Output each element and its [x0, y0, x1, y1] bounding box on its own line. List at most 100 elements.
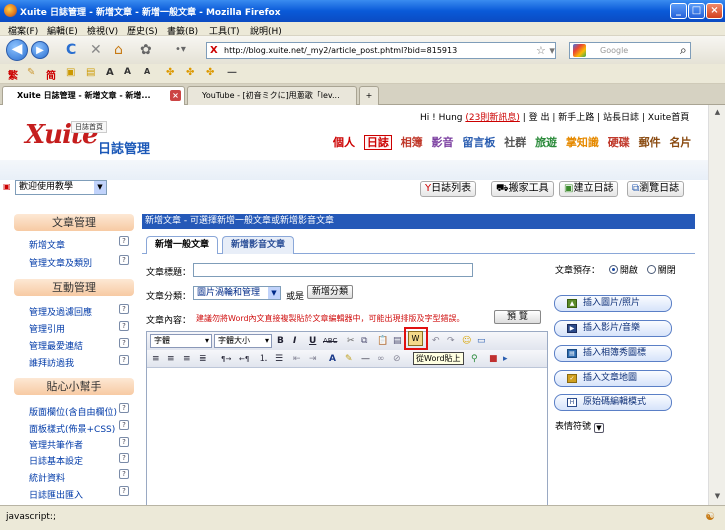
align-center-icon[interactable]: ≡ — [167, 353, 175, 365]
sidebar-item-manage-articles[interactable]: 管理文章及類別 — [29, 256, 92, 269]
copy-icon[interactable]: ⧉ — [361, 335, 367, 347]
moving-tool-button[interactable]: ⛟搬家工具 — [491, 181, 554, 197]
addon-icon[interactable]: ✿ — [140, 41, 152, 59]
browser-tab-active[interactable]: Xuite 日誌管理 - 新增文章 - 新增... × — [2, 86, 185, 105]
autosave-on-radio[interactable] — [608, 265, 618, 274]
tool-icon-2[interactable]: ▣ — [66, 67, 75, 78]
tab-close-icon[interactable]: × — [170, 90, 181, 101]
channel-album[interactable]: 相簿 — [401, 136, 423, 149]
text-color-icon[interactable]: A — [329, 353, 336, 365]
close-button[interactable]: × — [706, 3, 723, 19]
outdent-icon[interactable]: ⇤ — [293, 353, 301, 365]
highlight-icon[interactable]: ✎ — [345, 353, 353, 365]
minus-icon[interactable]: — — [227, 67, 237, 78]
rtl-icon[interactable]: ←¶ — [239, 353, 249, 365]
channel-travel[interactable]: 旅遊 — [535, 136, 557, 149]
new-tab-button[interactable]: + — [359, 86, 379, 105]
channel-blog[interactable]: 日誌 — [363, 135, 392, 150]
media-icon[interactable]: ■ — [489, 353, 498, 365]
image-icon[interactable]: ▭ — [477, 335, 486, 347]
site-blog-link[interactable]: 站長日誌 — [603, 113, 639, 123]
tool-icon-1[interactable]: ✎ — [27, 67, 35, 78]
sidebar-item-manage-favorites[interactable]: 管理最愛連結 — [29, 339, 83, 352]
tool-icon-6[interactable]: ✤ — [206, 67, 214, 78]
reload-icon[interactable]: C — [66, 41, 76, 59]
help-icon[interactable]: ? — [119, 321, 129, 331]
xuite-home-link[interactable]: Xuite首頁 — [648, 113, 689, 123]
strikethrough-icon[interactable]: ABC — [323, 335, 337, 347]
sidebar-item-layout[interactable]: 版面欄位(含自由欄位) — [29, 405, 117, 418]
paste-text-icon[interactable]: ▤ — [393, 335, 402, 347]
insert-photo-button[interactable]: ▲ 插入圖片/照片 — [554, 295, 672, 312]
newbie-link[interactable]: 新手上路 — [558, 113, 594, 123]
search-box[interactable]: Google — [569, 42, 691, 59]
paste-from-word-icon[interactable]: W — [408, 331, 423, 346]
autosave-off-radio[interactable] — [646, 265, 656, 274]
sidebar-item-manage-trackback[interactable]: 管理引用 — [29, 322, 65, 335]
new-category-button[interactable]: 新增分類 — [307, 285, 354, 299]
blog-list-button[interactable]: Y日誌列表 — [420, 181, 477, 197]
article-title-input[interactable] — [193, 263, 473, 277]
insert-map-button[interactable]: ✓ 插入文章地圖 — [554, 370, 672, 387]
paste-icon[interactable]: 📋 — [377, 335, 388, 347]
rich-text-editor[interactable]: 字體 ▾ 字體大小 ▾ B I U ABC ✂ ⧉ 📋 ▤ ↶ ↷ ☺ ▭ ≡ ≡ … — [146, 331, 548, 506]
sidebar-item-new-article[interactable]: 新增文章 — [29, 238, 65, 251]
align-right-icon[interactable]: ≡ — [183, 353, 191, 365]
font-size-select[interactable]: 字體大小 ▾ — [214, 334, 272, 348]
new-messages-link[interactable]: (23則新訊息) — [465, 113, 519, 123]
forward-button[interactable]: ▶ — [31, 41, 49, 59]
traditional-chinese-button[interactable]: 繁 — [8, 67, 18, 82]
tool-icon-5[interactable]: ✤ — [186, 67, 194, 78]
category-select[interactable]: 圖片渦輪和管理 ▼ — [193, 286, 281, 300]
help-select[interactable]: 歡迎使用教學 ▼ — [15, 180, 107, 195]
channel-mail[interactable]: 郵件 — [639, 136, 661, 149]
unlink-icon[interactable]: ⊘ — [393, 353, 401, 365]
help-icon[interactable]: ? — [119, 236, 129, 246]
help-icon[interactable]: ? — [119, 469, 129, 479]
tool-icon-4[interactable]: ✤ — [166, 67, 174, 78]
help-icon[interactable]: ? — [119, 403, 129, 413]
help-icon[interactable]: ? — [119, 355, 129, 365]
italic-icon[interactable]: I — [293, 335, 296, 347]
help-icon[interactable]: ? — [119, 453, 129, 463]
preview-button[interactable]: 預 覽 — [494, 310, 541, 324]
help-icon[interactable]: ? — [119, 437, 129, 447]
ordered-list-icon[interactable]: ⒈ — [259, 353, 268, 365]
back-button[interactable]: ◀ — [6, 39, 28, 61]
chevron-down-icon[interactable]: ▼ — [593, 423, 604, 433]
undo-icon[interactable]: ↶ — [432, 335, 440, 347]
font-family-select[interactable]: 字體 ▾ — [150, 334, 212, 348]
sidebar-item-manage-comments[interactable]: 管理及過濾回應 — [29, 305, 92, 318]
redo-icon[interactable]: ↷ — [447, 335, 455, 347]
anchor-icon[interactable]: ⚲ — [471, 353, 478, 365]
url-bar[interactable]: X http://blog.xuite.net/_my2/article_pos… — [206, 42, 556, 59]
ltr-icon[interactable]: ¶→ — [221, 353, 231, 365]
link-icon[interactable]: ∞ — [377, 353, 385, 365]
sidebar-item-theme[interactable]: 面板樣式(佈景+CSS) — [29, 422, 115, 435]
help-icon[interactable]: ? — [119, 420, 129, 430]
sidebar-item-settings[interactable]: 日誌基本設定 — [29, 454, 83, 467]
table-icon[interactable]: ▸ — [503, 353, 508, 365]
justify-icon[interactable]: ≣ — [199, 353, 207, 365]
emoji-picker[interactable]: 表情符號 ▼ — [555, 419, 604, 433]
tab-general-article[interactable]: 新增一般文章 — [146, 236, 219, 254]
browse-blog-button[interactable]: ⧉瀏覽日誌 — [627, 181, 685, 197]
insert-album-button[interactable]: ▤ 插入相簿秀圖標 — [554, 345, 672, 362]
tool-icon-3[interactable]: ▤ — [86, 67, 95, 78]
help-icon[interactable]: ? — [119, 304, 129, 314]
help-icon[interactable]: ? — [119, 255, 129, 265]
align-left-icon[interactable]: ≡ — [152, 353, 160, 365]
insert-video-button[interactable]: ▶ 插入影片/音樂 — [554, 320, 672, 337]
underline-icon[interactable]: U — [309, 335, 316, 347]
font-medium-button[interactable]: A — [124, 67, 131, 77]
history-dropdown-icon[interactable]: •▾ — [175, 41, 186, 59]
channel-guestbook[interactable]: 留言板 — [462, 136, 495, 149]
sidebar-item-visitors[interactable]: 誰拜訪過我 — [29, 356, 74, 369]
status-addon-icon[interactable]: ☯ — [705, 510, 715, 523]
font-large-button[interactable]: A — [106, 67, 114, 78]
channel-card[interactable]: 名片 — [669, 136, 691, 149]
sidebar-item-coauthors[interactable]: 管理共筆作者 — [29, 438, 83, 451]
tab-video-article[interactable]: 新增影音文章 — [222, 236, 295, 254]
smiley-icon[interactable]: ☺ — [462, 335, 471, 347]
scroll-down-icon[interactable]: ▼ — [712, 492, 723, 503]
